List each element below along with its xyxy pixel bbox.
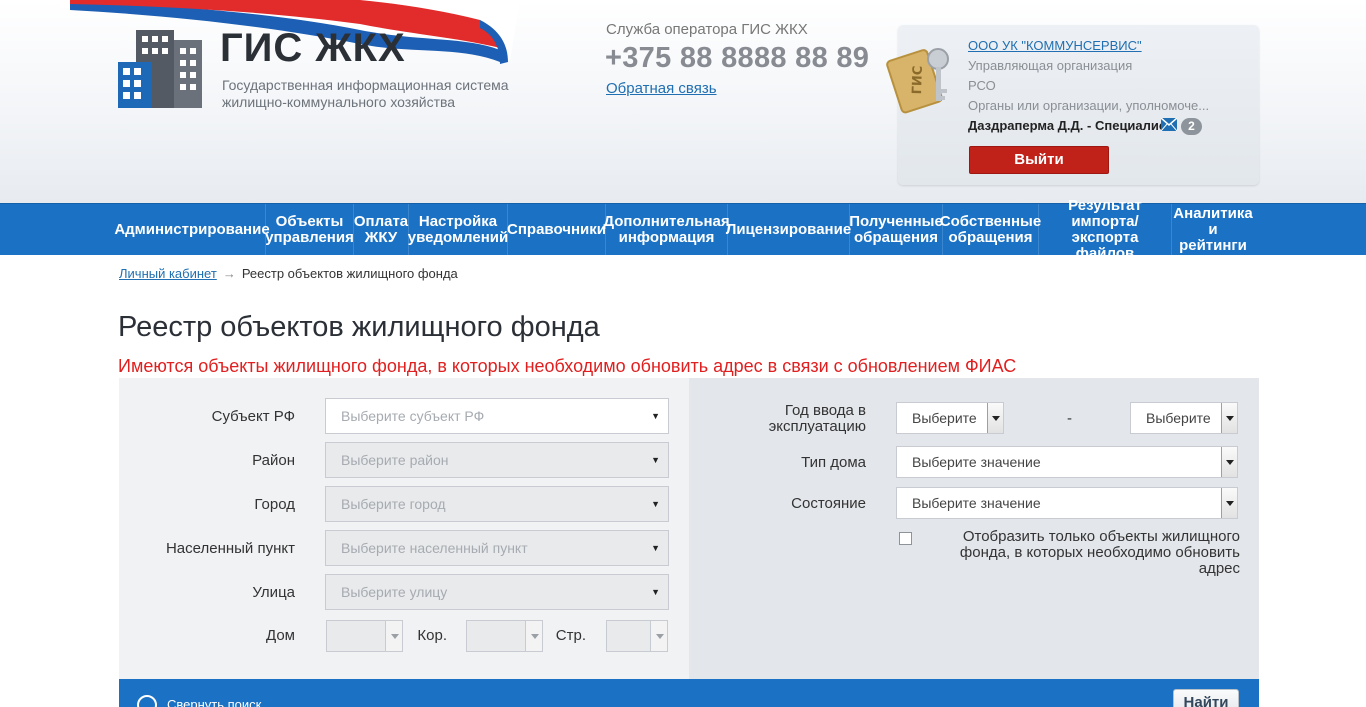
city-placeholder: Выберите город [341,496,446,512]
logo-buildings-icon [118,30,202,108]
chevron-down-icon [1221,447,1237,477]
service-phone: +375 88 8888 88 89 [605,42,870,74]
subject-placeholder: Выберите субъект РФ [341,408,485,424]
role-line-3: Органы или организации, уполномоче... [968,98,1210,113]
nav-item-notifications[interactable]: Настройка уведомлений [408,204,508,255]
nav-item-references[interactable]: Справочники [507,204,606,255]
chevron-down-icon [650,621,667,651]
year-label-line-1: Год ввода в [784,402,866,419]
house-type-select[interactable]: Выберите значение [896,446,1238,478]
logout-button[interactable]: Выйти [969,146,1109,174]
chevron-down-icon: ▼ [651,543,660,553]
message-count-badge[interactable]: 2 [1181,118,1202,135]
role-line-2: РСО [968,78,996,93]
org-name-link[interactable]: ООО УК "КОММУНСЕРВИС" [968,38,1142,53]
subject-select[interactable]: Выберите субъект РФ ▼ [325,398,669,434]
locality-select[interactable]: Выберите населенный пункт ▼ [325,530,669,566]
find-button[interactable]: Найти [1173,689,1239,707]
year-to-value: Выберите [1146,410,1211,426]
state-select[interactable]: Выберите значение [896,487,1238,519]
breadcrumb-current: Реестр объектов жилищного фонда [241,266,458,281]
logo-subtitle-line-2: жилищно-коммунального хозяйства [222,94,456,110]
main-nav: Администрирование Объекты управления Опл… [0,197,1366,261]
district-label: Район [252,452,295,469]
breadcrumb: Личный кабинет → Реестр объектов жилищного… [119,266,458,281]
state-label: Состояние [791,495,866,512]
house-type-label: Тип дома [801,454,866,471]
korpus-combo[interactable] [466,620,543,652]
nav-item-analytics[interactable]: Аналитика и рейтинги [1172,204,1254,255]
chevron-down-icon [1221,403,1237,433]
chevron-down-icon [987,403,1003,433]
building-label: Стр. [555,627,586,644]
fias-warning: Имеются объекты жилищного фонда, в котор… [118,356,1017,376]
year-from-select[interactable]: Выберите [896,402,1004,434]
logo-title: ГИС ЖКХ [220,26,406,70]
svg-text:ГИС: ГИС [910,65,926,94]
city-label: Город [254,496,295,513]
year-label: Год ввода в эксплуатацию [740,403,866,435]
year-to-select[interactable]: Выберите [1130,402,1238,434]
korpus-label: Кор. [417,627,447,644]
service-label: Служба оператора ГИС ЖКХ [606,21,808,38]
nav-item-import-export[interactable]: Результат импорта/экспорта файлов [1039,197,1172,261]
logo-subtitle-line-1: Государственная информационная система [222,77,509,93]
header: ГИС ЖКХ Государственная информационная с… [0,0,1366,203]
nav-item-objects[interactable]: Объекты управления [265,204,354,255]
house-label: Дом [266,627,295,644]
street-label: Улица [252,584,295,601]
collapse-search-icon[interactable] [137,695,157,707]
keys-icon: ГИС [886,48,949,114]
page-title: Реестр объектов жилищного фонда [118,311,600,343]
locality-label: Населенный пункт [165,540,295,557]
district-placeholder: Выберите район [341,452,449,468]
chevron-down-icon [385,621,402,651]
house-type-value: Выберите значение [912,454,1041,470]
nav-item-own-requests[interactable]: Собственные обращения [940,204,1041,255]
search-bottom-bar: Свернуть поиск Найти [119,679,1259,707]
building-combo[interactable] [606,620,668,652]
house-combo[interactable] [326,620,403,652]
street-select[interactable]: Выберите улицу ▼ [325,574,669,610]
year-label-line-2: эксплуатацию [768,418,866,435]
collapse-search-link[interactable]: Свернуть поиск [167,697,261,707]
logo-subtitle: Государственная информационная система ж… [222,77,522,111]
breadcrumb-root-link[interactable]: Личный кабинет [119,266,217,281]
chevron-down-icon: ▼ [651,499,660,509]
only-fias-label: Отобразить только объекты жилищного фонд… [959,528,1240,577]
state-value: Выберите значение [912,495,1041,511]
city-select[interactable]: Выберите город ▼ [325,486,669,522]
chevron-down-icon [1221,488,1237,518]
nav-item-administration[interactable]: Администрирование [114,204,270,255]
nav-item-payment[interactable]: Оплата ЖКУ [354,204,409,255]
mail-icon[interactable] [1161,118,1177,131]
chevron-down-icon: ▼ [651,455,660,465]
chevron-down-icon [525,621,542,651]
nav-item-additional-info[interactable]: Дополнительная информация [603,204,730,255]
user-name: Даздраперма Д.Д. - Специалист [968,118,1173,133]
nav-item-licensing[interactable]: Лицензирование [726,204,851,255]
role-line-1: Управляющая организация [968,58,1133,73]
year-range-dash: - [1067,410,1072,427]
user-card: ГИС ООО УК "КОММУНСЕРВИС" Управляющая ор… [886,25,1259,185]
nav-item-received-requests[interactable]: Полученные обращения [849,204,943,255]
only-fias-checkbox[interactable] [899,532,912,545]
year-from-value: Выберите [912,410,977,426]
chevron-down-icon: ▼ [651,411,660,421]
subject-label: Субъект РФ [211,408,295,425]
feedback-link[interactable]: Обратная связь [606,80,717,97]
locality-placeholder: Выберите населенный пункт [341,540,528,556]
district-select[interactable]: Выберите район ▼ [325,442,669,478]
chevron-down-icon: ▼ [651,587,660,597]
street-placeholder: Выберите улицу [341,584,448,600]
breadcrumb-arrow-icon: → [222,266,236,281]
